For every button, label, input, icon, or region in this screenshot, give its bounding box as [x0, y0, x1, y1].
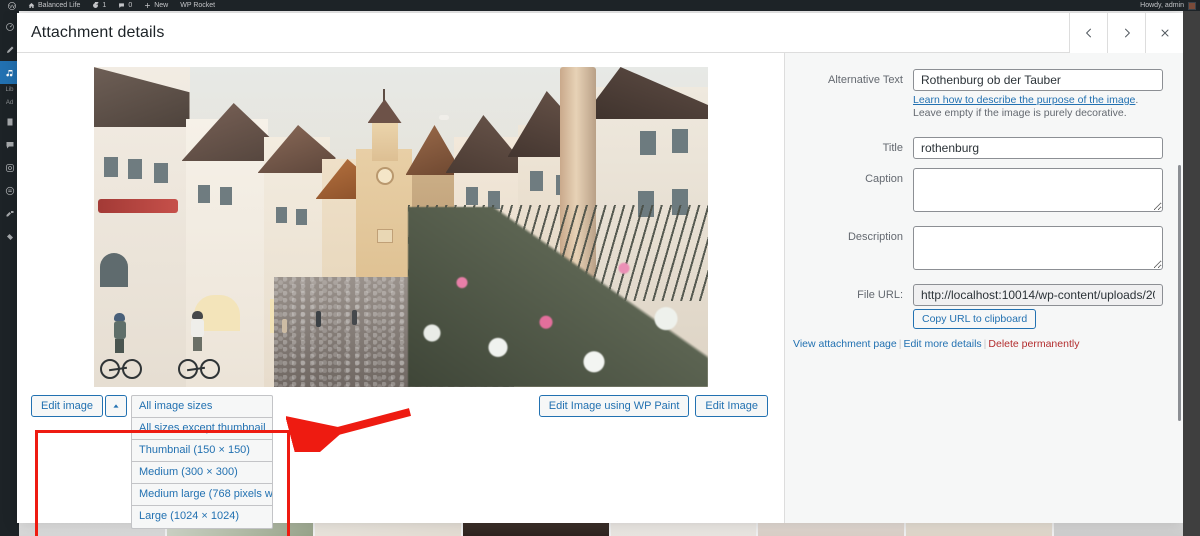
- spire: [382, 89, 385, 101]
- person-pedestrian: [281, 319, 287, 333]
- file-url-input[interactable]: [913, 284, 1163, 306]
- edit-image-split-button: Edit image: [31, 395, 127, 417]
- modal-header: Attachment details: [17, 12, 1183, 53]
- alt-text-label: Alternative Text: [827, 74, 903, 86]
- alt-text-input[interactable]: [913, 69, 1163, 91]
- comment-icon: [118, 2, 125, 9]
- size-option-thumbnail[interactable]: Thumbnail (150 × 150): [131, 440, 272, 462]
- update-icon: [92, 2, 99, 9]
- admin-bar-item-new[interactable]: New: [138, 0, 174, 11]
- size-option-medium[interactable]: Medium (300 × 300): [131, 462, 272, 484]
- attachment-media-pane: Edit image All image sizes All sizes exc…: [17, 53, 784, 536]
- size-option-all-sizes-except-thumbnail[interactable]: All sizes except thumbnail: [131, 418, 272, 440]
- comments-count: 0: [128, 2, 133, 9]
- setting-title: Title: [793, 137, 1163, 159]
- person-pedestrian: [315, 311, 321, 327]
- next-media-item-button[interactable]: [1107, 12, 1145, 53]
- title-input[interactable]: [913, 137, 1163, 159]
- size-option-all-image-sizes[interactable]: All image sizes: [131, 396, 272, 418]
- settings-scrollbar[interactable]: [1178, 165, 1181, 421]
- title-label: Title: [882, 142, 903, 154]
- wordpress-icon[interactable]: [2, 0, 22, 11]
- howdy-label: Howdy, admin: [1140, 2, 1184, 9]
- setting-alt-text: Alternative Text Learn how to describe t…: [793, 69, 1163, 128]
- clock-face: [375, 167, 394, 185]
- plus-icon: [144, 2, 151, 9]
- modal-nav: [1069, 12, 1183, 53]
- wp-admin-bar: Balanced Life 1 0 New WP Rocket Howdy, a…: [0, 0, 1200, 11]
- chevron-up-icon: [113, 404, 119, 408]
- person-cyclist: [112, 313, 128, 353]
- flower-bed: [407, 207, 708, 387]
- updates-count: 1: [102, 2, 107, 9]
- close-icon: [1161, 29, 1168, 36]
- size-option-medium-large[interactable]: Medium large (768 pixels wide): [131, 484, 272, 506]
- edit-image-button[interactable]: Edit image: [31, 395, 103, 417]
- edit-image-using-wp-paint-button[interactable]: Edit Image using WP Paint: [538, 395, 690, 417]
- setting-file-url: File URL: Copy URL to clipboard: [793, 284, 1163, 329]
- page-title: Attachment details: [31, 23, 165, 41]
- person-pedestrian: [351, 310, 357, 325]
- admin-bar-item-comments[interactable]: 0: [112, 0, 138, 11]
- wp-rocket-label: WP Rocket: [180, 2, 216, 9]
- flower-box: [97, 199, 178, 213]
- alt-text-help: Learn how to describe the purpose of the…: [913, 94, 1163, 120]
- sidebar-item-library-label[interactable]: Lib: [5, 84, 13, 97]
- copy-url-to-clipboard-button[interactable]: Copy URL to clipboard: [913, 309, 1037, 329]
- sidebar-item-addnew-label[interactable]: Ad: [6, 97, 13, 110]
- attachment-image[interactable]: [93, 67, 708, 387]
- person-cyclist: [190, 311, 206, 351]
- edit-more-details-link[interactable]: Edit more details: [903, 338, 981, 350]
- size-option-large[interactable]: Large (1024 × 1024): [132, 506, 272, 528]
- previous-media-item-button[interactable]: [1069, 12, 1107, 53]
- alt-text-help-link[interactable]: Learn how to describe the purpose of the…: [913, 94, 1135, 106]
- stork: [438, 115, 449, 120]
- setting-description: Description: [793, 226, 1163, 275]
- attachment-actions: Edit image All image sizes All sizes exc…: [17, 387, 784, 529]
- delete-permanently-link[interactable]: Delete permanently: [988, 338, 1079, 350]
- right-edge-overlay: [1183, 0, 1200, 536]
- chevron-right-icon: [1124, 28, 1130, 37]
- file-url-label: File URL:: [857, 289, 903, 301]
- image-sizes-dropdown: All image sizes All sizes except thumbna…: [130, 395, 273, 529]
- bicycle: [99, 357, 144, 379]
- image-edit-buttons: Edit Image using WP Paint Edit Image: [538, 395, 770, 417]
- actions-row: Edit image All image sizes All sizes exc…: [31, 395, 770, 529]
- image-sizes-toggle-button[interactable]: [104, 395, 127, 417]
- description-label: Description: [847, 231, 903, 243]
- admin-bar-item-wp-rocket[interactable]: WP Rocket: [174, 0, 221, 11]
- admin-bar-item-updates[interactable]: 1: [86, 0, 112, 11]
- description-textarea[interactable]: [913, 226, 1163, 270]
- attachment-info-pane: Alternative Text Learn how to describe t…: [784, 53, 1183, 523]
- edit-image-button-secondary[interactable]: Edit Image: [695, 395, 768, 417]
- screen: Balanced Life 1 0 New WP Rocket Howdy, a…: [0, 0, 1200, 536]
- chevron-left-icon: [1085, 28, 1091, 37]
- home-icon: [28, 2, 35, 9]
- admin-bar-item-site[interactable]: Balanced Life: [22, 0, 86, 11]
- attachment-details-modal: Attachment details Edit image All image …: [17, 12, 1183, 536]
- close-dialog-button[interactable]: [1145, 12, 1183, 53]
- admin-bar-items: Balanced Life 1 0 New WP Rocket: [0, 0, 221, 11]
- new-label: New: [154, 2, 169, 9]
- tower-sign: [376, 229, 393, 243]
- setting-caption: Caption: [793, 168, 1163, 217]
- caption-textarea[interactable]: [913, 168, 1163, 212]
- admin-bar-account[interactable]: Howdy, admin: [1140, 1, 1200, 10]
- bicycle: [177, 357, 222, 379]
- attachment-links: View attachment page | Edit more details | D…: [793, 338, 1163, 350]
- attachment-preview: [17, 53, 784, 387]
- caption-label: Caption: [865, 173, 903, 185]
- avatar: [1188, 1, 1196, 10]
- doorway: [99, 253, 128, 287]
- tower-turret: [371, 119, 398, 161]
- view-attachment-page-link[interactable]: View attachment page: [793, 338, 897, 350]
- modal-body: Edit image All image sizes All sizes exc…: [17, 53, 1183, 536]
- site-name-label: Balanced Life: [38, 2, 81, 9]
